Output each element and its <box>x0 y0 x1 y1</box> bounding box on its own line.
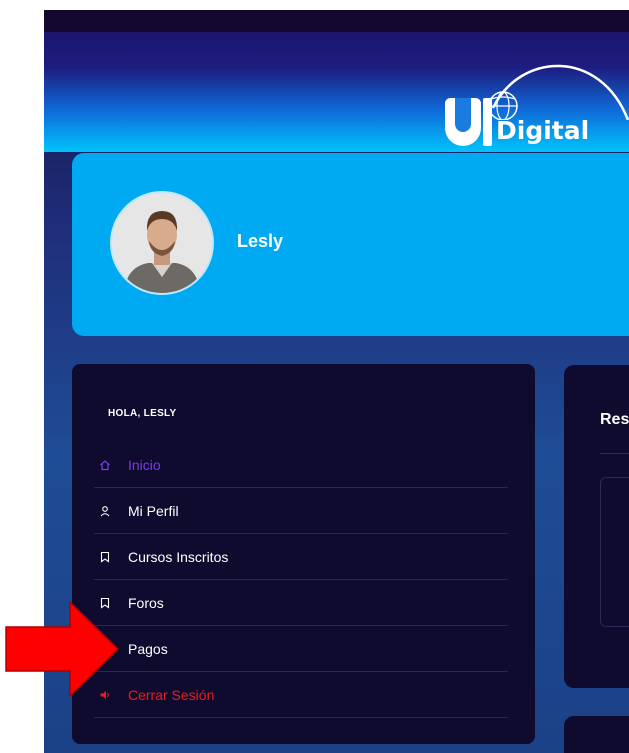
app-window: Digital Lesly HOLA, LESLY Inicio Mi Perf… <box>44 10 629 753</box>
sidebar-item-inicio[interactable]: Inicio <box>94 442 508 488</box>
sidebar-item-label: Mi Perfil <box>128 502 179 519</box>
content-panel: Res <box>564 365 629 688</box>
sidebar-nav: Inicio Mi Perfil Cursos Inscritos Foros <box>94 442 508 718</box>
bookmark-icon <box>99 551 111 563</box>
sidebar-item-label: Foros <box>128 594 164 611</box>
top-bar <box>44 10 629 32</box>
sidebar-item-cursos-inscritos[interactable]: Cursos Inscritos <box>94 534 508 580</box>
sidebar-item-cerrar-sesion[interactable]: Cerrar Sesión <box>94 672 508 718</box>
sidebar-item-foros[interactable]: Foros <box>94 580 508 626</box>
home-icon <box>99 459 111 471</box>
brand-logo[interactable]: Digital <box>439 60 629 152</box>
header: Digital <box>44 32 629 152</box>
logo-letter-i <box>483 98 492 146</box>
bottom-panel <box>564 716 629 753</box>
user-icon <box>99 505 111 517</box>
sidebar-item-mi-perfil[interactable]: Mi Perfil <box>94 488 508 534</box>
red-arrow-annotation <box>5 600 120 698</box>
sidebar-greeting: HOLA, LESLY <box>108 408 177 419</box>
content-divider <box>600 453 629 454</box>
profile-card: Lesly <box>72 153 629 336</box>
content-title: Res <box>600 411 629 428</box>
sidebar-menu: HOLA, LESLY Inicio Mi Perfil Cursos Insc… <box>72 364 535 744</box>
logo-letter-u <box>445 98 481 146</box>
content-box <box>600 477 629 627</box>
avatar[interactable] <box>110 191 214 295</box>
avatar-photo <box>112 193 212 293</box>
sidebar-item-label: Inicio <box>128 456 161 473</box>
sidebar-item-label: Pagos <box>128 640 168 657</box>
sidebar-item-label: Cerrar Sesión <box>128 686 215 703</box>
profile-name: Lesly <box>237 231 284 251</box>
sidebar-item-pagos[interactable]: Pagos <box>94 626 508 672</box>
sidebar-item-label: Cursos Inscritos <box>128 548 229 565</box>
logo-text: Digital <box>496 116 590 145</box>
